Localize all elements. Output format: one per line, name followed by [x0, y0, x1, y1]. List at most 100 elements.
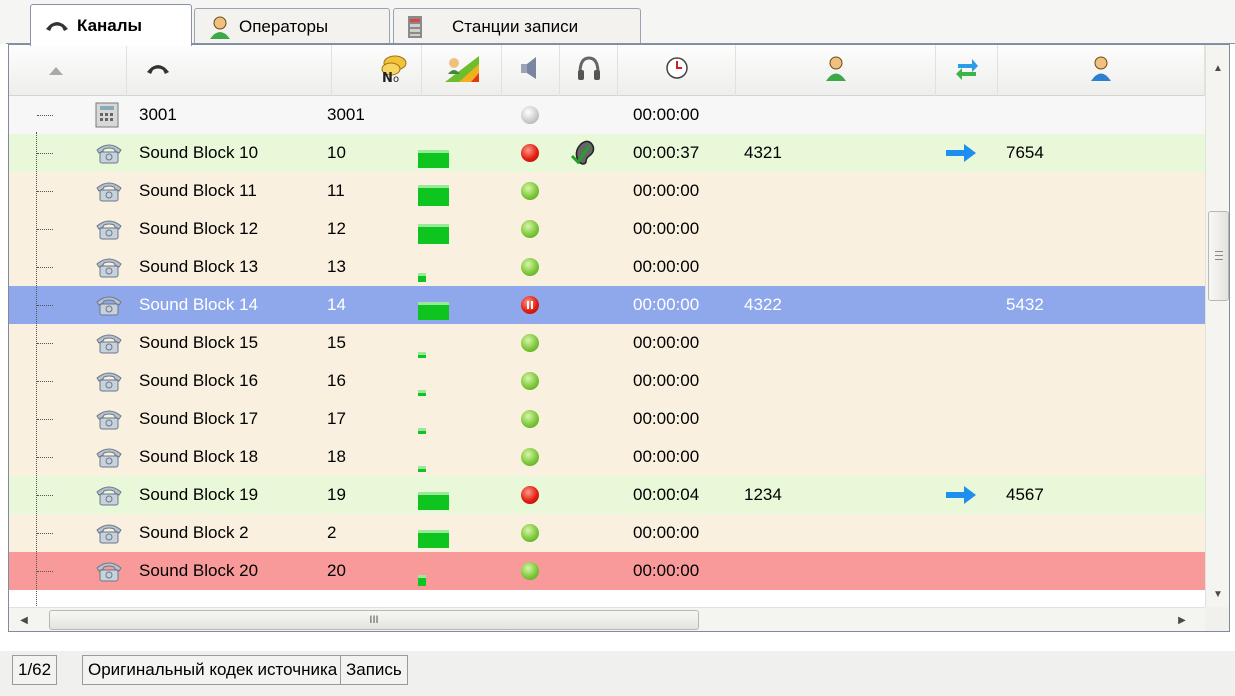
tree-branch	[37, 419, 53, 420]
call-duration: 00:00:00	[633, 409, 700, 428]
status-green-icon	[521, 172, 539, 210]
speaker-icon	[518, 55, 544, 86]
call-duration: 00:00:04	[633, 485, 700, 504]
vertical-scrollbar[interactable]: ▲ ▼	[1205, 45, 1229, 607]
column-caller[interactable]	[736, 45, 936, 96]
scroll-down-arrow-icon[interactable]: ▼	[1207, 583, 1229, 605]
status-green-icon	[521, 400, 539, 438]
signal-level-icon	[444, 54, 479, 87]
tree-branch	[37, 115, 53, 116]
audio-level-bar	[418, 530, 449, 548]
table-row[interactable]: Sound Block 19 19 00:00:04 1234 4567	[9, 476, 1205, 514]
call-duration: 00:00:00	[633, 105, 700, 124]
phone-handset-icon	[45, 19, 69, 33]
channel-number: 17	[327, 409, 346, 428]
table-row[interactable]: Sound Block 20 20 00:00:00	[9, 552, 1205, 590]
audio-level-bar	[418, 302, 449, 320]
status-pause-icon	[521, 286, 539, 324]
sort-up-arrow-icon[interactable]	[9, 45, 127, 96]
audio-level-bar	[418, 273, 426, 282]
tree-branch	[37, 571, 53, 572]
table-row[interactable]: Sound Block 11 11 00:00:00	[9, 172, 1205, 210]
table-row[interactable]: 3001 3001 00:00:00	[9, 96, 1205, 134]
horizontal-scroll-thumb[interactable]: III	[49, 610, 699, 630]
status-green-icon	[521, 362, 539, 400]
number-sign-icon: No	[379, 53, 409, 88]
channel-name: Sound Block 2	[139, 523, 249, 542]
column-duration[interactable]	[618, 45, 736, 96]
channel-name: Sound Block 10	[139, 143, 259, 162]
status-green-icon	[521, 324, 539, 362]
column-level[interactable]	[422, 45, 502, 96]
caller-person-icon	[825, 55, 847, 86]
table-row[interactable]: Sound Block 12 12 00:00:00	[9, 210, 1205, 248]
tree-branch	[37, 381, 53, 382]
column-callee[interactable]	[998, 45, 1205, 96]
tab-channels[interactable]: Каналы	[30, 4, 192, 46]
headphones-icon	[576, 55, 602, 86]
listening-ear-icon[interactable]	[569, 134, 599, 172]
tab-label: Каналы	[77, 15, 143, 35]
channel-number: 14	[327, 295, 346, 314]
tab-recording-stations[interactable]: Станции записи	[393, 8, 641, 44]
channel-name: Sound Block 14	[139, 295, 259, 314]
tab-label: Станции записи	[452, 16, 579, 36]
table-row[interactable]: Sound Block 18 18 00:00:00	[9, 438, 1205, 476]
column-number[interactable]: No	[332, 45, 422, 96]
tree-branch	[37, 533, 53, 534]
channel-number: 15	[327, 333, 346, 352]
status-grey-icon	[521, 96, 539, 134]
call-direction-arrow-icon	[946, 476, 976, 514]
channel-number: 18	[327, 447, 346, 466]
channel-number: 2	[327, 523, 337, 542]
channels-grid[interactable]: No 3001 3001 00:00:00 Sound Block 10 10 …	[8, 44, 1230, 632]
status-bar: 1/62 Оригинальный кодек источника Запись	[0, 651, 1235, 696]
telephone-icon	[95, 134, 123, 172]
scroll-left-arrow-icon[interactable]: ◀	[13, 609, 35, 631]
vertical-scroll-thumb[interactable]	[1208, 211, 1229, 301]
telephone-icon	[95, 476, 123, 514]
scroll-up-arrow-icon[interactable]: ▲	[1207, 57, 1229, 79]
horizontal-scrollbar[interactable]: ◀ III ▶	[9, 607, 1205, 631]
callee-number: 5432	[1006, 295, 1044, 314]
table-row[interactable]: Sound Block 17 17 00:00:00	[9, 400, 1205, 438]
tree-branch	[37, 343, 53, 344]
channel-number: 3001	[327, 105, 365, 124]
call-duration: 00:00:00	[633, 181, 700, 200]
channel-name: Sound Block 13	[139, 257, 259, 276]
telephone-icon	[95, 514, 123, 552]
telephone-icon	[95, 324, 123, 362]
table-row[interactable]: Sound Block 13 13 00:00:00	[9, 248, 1205, 286]
column-speaker[interactable]	[502, 45, 560, 96]
status-count: 1/62	[12, 655, 58, 685]
table-row[interactable]: Sound Block 10 10 00:00:37 4321 7654	[9, 134, 1205, 172]
channel-name: Sound Block 18	[139, 447, 259, 466]
column-headphones[interactable]	[560, 45, 618, 96]
status-green-icon	[521, 514, 539, 552]
channel-name: Sound Block 15	[139, 333, 259, 352]
table-row[interactable]: Sound Block 2 2 00:00:00	[9, 514, 1205, 552]
table-row[interactable]: Sound Block 15 15 00:00:00	[9, 324, 1205, 362]
channel-number: 16	[327, 371, 346, 390]
column-direction[interactable]	[936, 45, 998, 96]
status-green-icon	[521, 248, 539, 286]
call-duration: 00:00:00	[633, 447, 700, 466]
channel-name: Sound Block 11	[139, 181, 257, 200]
scroll-right-arrow-icon[interactable]: ▶	[1171, 609, 1193, 631]
channel-name: Sound Block 12	[139, 219, 259, 238]
telephone-icon	[95, 286, 123, 324]
channel-number: 12	[327, 219, 346, 238]
channel-number: 13	[327, 257, 346, 276]
table-row[interactable]: Sound Block 14 14 00:00:00 4322 5432	[9, 286, 1205, 324]
tree-branch	[37, 191, 53, 192]
column-channel[interactable]	[127, 45, 332, 96]
tree-branch	[37, 267, 53, 268]
call-duration: 00:00:00	[633, 371, 700, 390]
call-duration: 00:00:00	[633, 219, 700, 238]
scrollbar-corner	[1205, 607, 1229, 631]
table-row[interactable]: Sound Block 16 16 00:00:00	[9, 362, 1205, 400]
audio-level-bar	[418, 390, 426, 396]
transfer-arrows-icon	[954, 56, 980, 85]
pbx-device-icon	[95, 96, 119, 134]
tab-operators[interactable]: Операторы	[194, 8, 390, 44]
